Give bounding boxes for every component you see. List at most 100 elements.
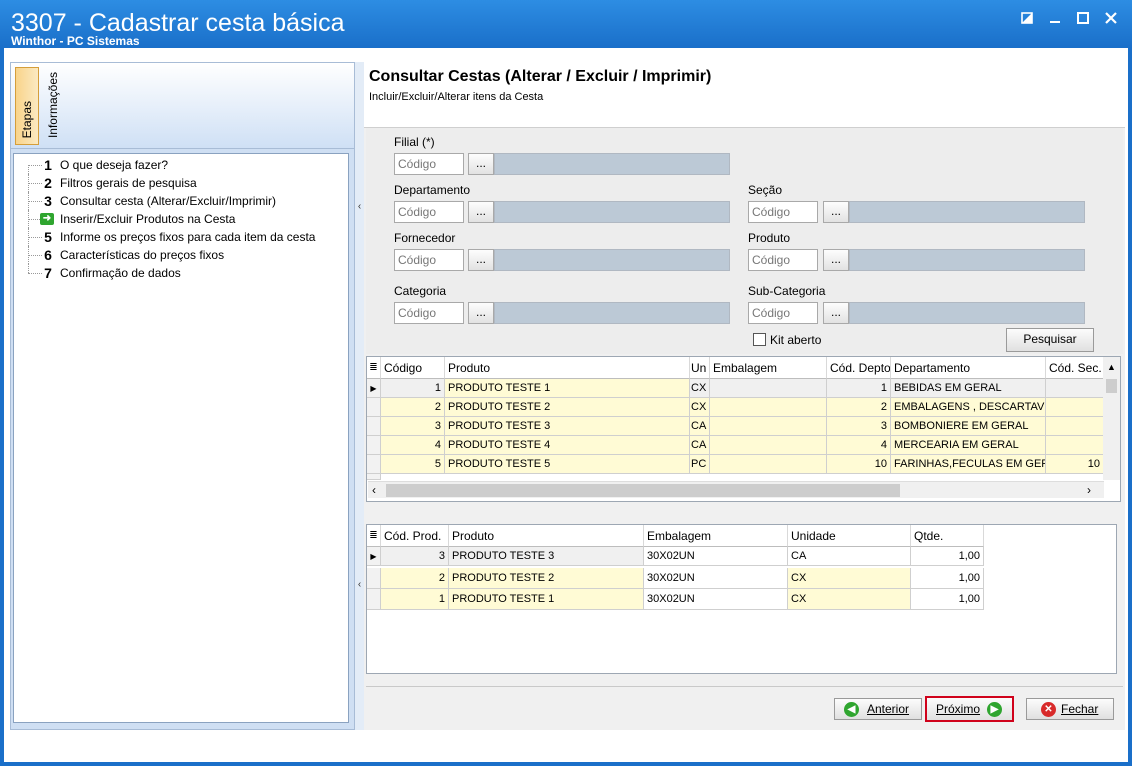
step-label: Informe os preços fixos para cada item d… [60,230,316,244]
fechar-button[interactable]: ✕ Fechar [1026,698,1114,720]
produto-code-input[interactable]: Código [748,249,818,271]
step-item-2[interactable]: 2 Filtros gerais de pesquisa [14,174,348,192]
scroll-thumb[interactable] [1106,379,1117,393]
departamento-code-input[interactable]: Código [394,201,464,223]
filial-description-field [494,153,730,175]
column-header[interactable]: Qtde. [911,525,984,547]
scroll-right-icon[interactable]: › [1087,483,1091,497]
column-header[interactable]: Departamento [891,357,1046,379]
filial-code-input[interactable]: Código [394,153,464,175]
secao-lookup-button[interactable]: ... [823,201,849,223]
filial-label: Filial (*) [394,135,435,149]
window-subtitle: Winthor - PC Sistemas [11,34,140,48]
step-item-3[interactable]: 3 Consultar cesta (Alterar/Excluir/Impri… [14,192,348,210]
products-grid-header: ≣ Código Produto Un Embalagem Cód. Depto… [367,357,1104,379]
filial-lookup-button[interactable]: ... [468,153,494,175]
secao-label: Seção [748,183,783,197]
table-row[interactable]: 2 PRODUTO TESTE 2 CX 2 EMBALAGENS , DESC… [367,398,1104,417]
step-item-7[interactable]: 7 Confirmação de dados [14,264,348,282]
column-header[interactable]: Produto [449,525,644,547]
scroll-thumb[interactable] [386,484,900,497]
page-subtitle: Incluir/Excluir/Alterar itens da Cesta [369,91,544,103]
collapse-left-icon[interactable]: ‹ [356,578,363,592]
fornecedor-label: Fornecedor [394,231,456,245]
steps-panel-header: Etapas Informações [11,63,354,149]
table-row[interactable]: 3 PRODUTO TESTE 3 CA 3 BOMBONIERE EM GER… [367,417,1104,436]
fornecedor-code-input[interactable]: Código [394,249,464,271]
column-header[interactable]: Unidade [788,525,911,547]
subcategoria-code-input[interactable]: Código [748,302,818,324]
produto-description-field [849,249,1085,271]
column-header[interactable]: Embalagem [710,357,827,379]
step-label: Inserir/Excluir Produtos na Cesta [60,212,236,226]
step-label: Consultar cesta (Alterar/Excluir/Imprimi… [60,194,277,208]
categoria-description-field [494,302,730,324]
table-row[interactable]: 5 PRODUTO TESTE 5 PC 10 FARINHAS,FECULAS… [367,455,1104,474]
column-header[interactable]: Un [690,357,710,379]
secao-code-input[interactable]: Código [748,201,818,223]
close-circle-icon: ✕ [1041,702,1056,717]
back-arrow-icon: ◀ [844,702,859,717]
page-header: Consultar Cestas (Alterar / Excluir / Im… [364,62,1125,128]
basket-items-grid: ≣ Cód. Prod. Produto Embalagem Unidade Q… [366,524,1117,674]
page-title: Consultar Cestas (Alterar / Excluir / Im… [369,68,712,85]
tab-etapas[interactable]: Etapas [15,67,39,145]
anterior-button[interactable]: ◀ Anterior [834,698,922,720]
steps-panel: Etapas Informações 1 O que deseja fazer?… [10,62,355,730]
products-grid-vscroll[interactable]: ▲ [1103,357,1120,480]
fornecedor-lookup-button[interactable]: ... [468,249,494,271]
panel-splitter[interactable]: ‹ ‹ [355,62,364,730]
step-label: Confirmação de dados [60,266,181,280]
column-header[interactable]: Cód. Sec. [1046,357,1104,379]
column-header[interactable]: Código [381,357,445,379]
steps-tree: 1 O que deseja fazer? 2 Filtros gerais d… [13,153,349,723]
basket-grid-header: ≣ Cód. Prod. Produto Embalagem Unidade Q… [367,525,1116,547]
kit-aberto-checkbox[interactable] [753,333,766,346]
step-label: O que deseja fazer? [60,158,169,172]
window-titlebar: 3307 - Cadastrar cesta básica Winthor - … [0,0,1132,48]
categoria-code-input[interactable]: Código [394,302,464,324]
subcategoria-label: Sub-Categoria [748,284,826,298]
produto-lookup-button[interactable]: ... [823,249,849,271]
column-header[interactable]: Produto [445,357,690,379]
categoria-label: Categoria [394,284,447,298]
proximo-button[interactable]: Próximo ▶ [925,696,1014,722]
departamento-description-field [494,201,730,223]
green-arrow-icon: ➜ [40,213,54,225]
close-icon[interactable] [1098,8,1124,30]
subcategoria-lookup-button[interactable]: ... [823,302,849,324]
row-selector-icon: ▶ [367,379,381,398]
fornecedor-description-field [494,249,730,271]
departamento-label: Departamento [394,183,471,197]
departamento-lookup-button[interactable]: ... [468,201,494,223]
products-grid-hscroll[interactable]: ‹ › [368,481,1104,498]
column-header[interactable]: Embalagem [644,525,788,547]
scroll-left-icon[interactable]: ‹ [372,483,376,497]
tab-informacoes[interactable]: Informações [41,67,65,145]
grid-menu-icon[interactable]: ≣ [367,357,381,379]
table-row[interactable]: ▶ 1 PRODUTO TESTE 1 CX 1 BEBIDAS EM GERA… [367,379,1104,398]
secao-description-field [849,201,1085,223]
grid-menu-icon[interactable]: ≣ [367,525,381,547]
step-label: Filtros gerais de pesquisa [60,176,197,190]
table-row[interactable]: 4 PRODUTO TESTE 4 CA 4 MERCEARIA EM GERA… [367,436,1104,455]
pesquisar-button[interactable]: Pesquisar [1006,328,1094,352]
step-item-4[interactable]: ➜ Inserir/Excluir Produtos na Cesta [14,210,348,228]
scroll-up-icon[interactable]: ▲ [1107,362,1116,372]
window-title: 3307 - Cadastrar cesta básica [11,9,345,37]
collapse-left-icon[interactable]: ‹ [356,200,363,214]
maximize-icon[interactable] [1070,8,1096,30]
step-item-1[interactable]: 1 O que deseja fazer? [14,156,348,174]
column-header[interactable]: Cód. Prod. [381,525,449,547]
column-header[interactable]: Cód. Depto [827,357,891,379]
step-item-6[interactable]: 6 Características do preços fixos [14,246,348,264]
minimize-icon[interactable] [1042,8,1068,30]
restore-icon[interactable] [1014,8,1040,30]
categoria-lookup-button[interactable]: ... [468,302,494,324]
filters-area: Filial (*) Código ... Departamento Códig… [366,128,1123,354]
row-selector-icon: ▶ [367,547,381,566]
step-label: Características do preços fixos [60,248,225,262]
subcategoria-description-field [849,302,1085,324]
products-grid: ≣ Código Produto Un Embalagem Cód. Depto… [366,356,1121,502]
step-item-5[interactable]: 5 Informe os preços fixos para cada item… [14,228,348,246]
